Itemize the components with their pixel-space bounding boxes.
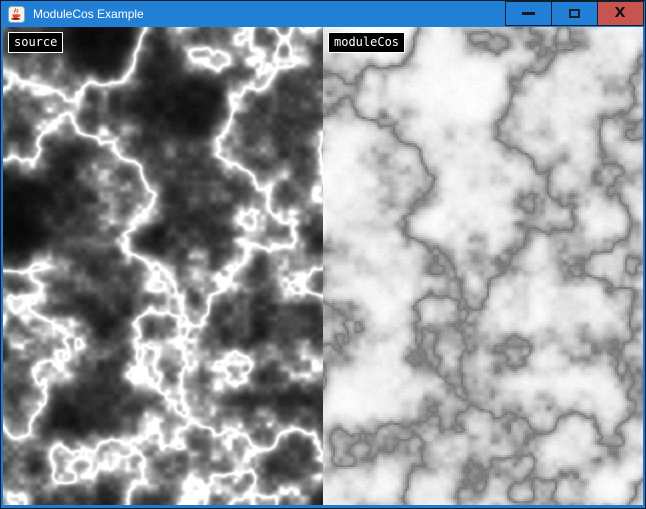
source-label: source (8, 32, 63, 53)
app-window: ModuleCos Example X source moduleCos (0, 0, 646, 509)
close-icon: X (615, 7, 626, 20)
maximize-icon (569, 9, 580, 18)
panel-modulecos: moduleCos (323, 27, 643, 505)
content-area: source moduleCos (1, 27, 645, 508)
modulecos-label: moduleCos (328, 32, 405, 53)
panel-source: source (3, 27, 323, 505)
java-coffee-cup-icon (8, 6, 25, 23)
source-image (3, 27, 323, 505)
close-button[interactable]: X (597, 1, 644, 26)
modulecos-image (323, 27, 643, 505)
window-controls: X (506, 1, 644, 26)
minimize-button[interactable] (505, 1, 552, 26)
minimize-icon (522, 12, 535, 15)
window-title: ModuleCos Example (33, 1, 144, 27)
titlebar[interactable]: ModuleCos Example X (1, 1, 645, 27)
maximize-button[interactable] (551, 1, 598, 26)
